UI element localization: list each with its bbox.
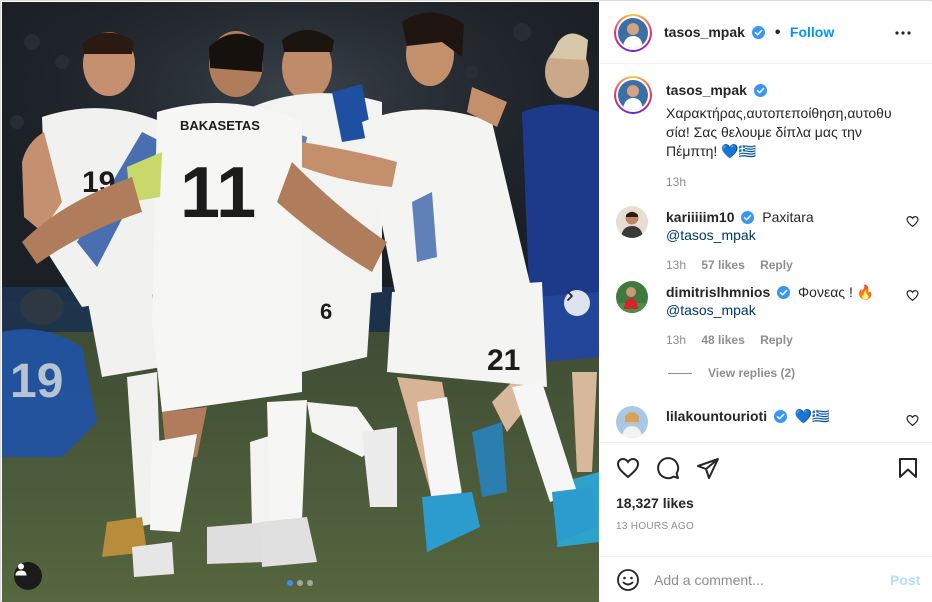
- caption-avatar-image: [618, 80, 648, 110]
- post-timestamp: 13 HOURS AGO: [616, 521, 695, 532]
- football-celebration-image: 19 19 6 21 BAKASETAS 11: [2, 2, 599, 602]
- carousel-dot: [287, 580, 293, 586]
- verified-badge-icon: [752, 26, 766, 39]
- commenter-avatar[interactable]: [616, 281, 648, 313]
- comment-mention[interactable]: @tasos_mpak: [666, 227, 756, 243]
- replies-divider: [668, 372, 692, 374]
- comment-text: Paxitara: [762, 209, 814, 225]
- reply-button[interactable]: Reply: [760, 333, 793, 347]
- heart-icon[interactable]: [906, 289, 919, 302]
- commenter-avatar[interactable]: [616, 206, 648, 238]
- caption-username[interactable]: tasos_mpak: [666, 82, 747, 98]
- next-slide-button[interactable]: [564, 290, 590, 316]
- comment-likes[interactable]: 57 likes: [701, 258, 744, 272]
- post-actions: 18,327 likes 13 HOURS AGO Post: [600, 442, 932, 602]
- svg-text:6: 6: [320, 299, 332, 324]
- post-dialog: 19 19 6 21 BAKASETAS 11 tasos_mpak • Fol…: [0, 0, 932, 602]
- post-header: tasos_mpak • Follow: [600, 2, 932, 64]
- caption-line: σία! Σας θελουμε δίπλα μας την: [666, 124, 862, 140]
- comment-username[interactable]: dimitrislhmnios: [666, 284, 770, 300]
- comment-meta: 13h 48 likes Reply: [666, 333, 896, 347]
- caption-line: Χαρακτήρας,αυτοπεποίθηση,αυτοθυ: [666, 105, 892, 121]
- comment-item: lilakountourioti 💙🇬🇷: [666, 407, 896, 425]
- post-comment-button[interactable]: Post: [890, 572, 920, 588]
- comment-meta: 13h 57 likes Reply: [666, 258, 896, 272]
- verified-badge-icon: [741, 211, 755, 224]
- carousel-dot: [307, 580, 313, 586]
- share-icon[interactable]: [696, 456, 720, 480]
- heart-icon[interactable]: [906, 215, 919, 228]
- author-line: tasos_mpak • Follow: [664, 24, 834, 42]
- comment-item: dimitrislhmnios Φονεας ! 🔥 @tasos_mpak 1…: [666, 283, 896, 347]
- svg-text:19: 19: [10, 355, 63, 408]
- comment-mention[interactable]: @tasos_mpak: [666, 301, 896, 319]
- caption-timestamp: 13h: [666, 175, 687, 189]
- verified-badge-icon: [754, 84, 768, 97]
- reply-button[interactable]: Reply: [760, 258, 793, 272]
- heart-icon[interactable]: [906, 414, 919, 427]
- commenter-avatar[interactable]: [616, 406, 648, 438]
- more-options-icon[interactable]: [894, 24, 912, 42]
- svg-text:BAKASETAS: BAKASETAS: [180, 118, 260, 133]
- separator-dot: •: [774, 24, 781, 41]
- caption-line: Πέμπτη! 💙🇬🇷: [666, 143, 757, 159]
- comment-composer: Post: [600, 556, 932, 602]
- carousel-dot: [297, 580, 303, 586]
- comment-username[interactable]: kariiiiim10: [666, 209, 735, 225]
- verified-badge-icon: [774, 410, 787, 423]
- user-tag-icon: [15, 563, 27, 576]
- bookmark-icon[interactable]: [896, 456, 920, 480]
- chevron-right-icon: [567, 291, 573, 301]
- comment-username[interactable]: lilakountourioti: [666, 408, 767, 424]
- comment-input[interactable]: [654, 567, 874, 593]
- comment-time: 13h: [666, 258, 687, 272]
- comment-item: kariiiiim10 Paxitara @tasos_mpak 13h 57 …: [666, 208, 896, 272]
- comment-time: 13h: [666, 333, 687, 347]
- likes-count[interactable]: 18,327 likes: [616, 495, 694, 511]
- author-username[interactable]: tasos_mpak: [664, 24, 745, 40]
- caption-text: Χαρακτήρας,αυτοπεποίθηση,αυτοθυ σία! Σας…: [666, 104, 916, 161]
- post-side-panel: tasos_mpak • Follow tasos_mpak Χαρακτήρα…: [600, 2, 932, 602]
- view-replies-button[interactable]: View replies (2): [668, 366, 795, 380]
- caption: tasos_mpak Χαρακτήρας,αυτοπεποίθηση,αυτο…: [666, 82, 916, 189]
- verified-badge-icon: [777, 286, 791, 299]
- comment-likes[interactable]: 48 likes: [701, 333, 744, 347]
- author-avatar-image: [618, 18, 648, 48]
- comment-text: Φονεας ! 🔥: [798, 284, 875, 300]
- tagged-users-button[interactable]: [14, 562, 42, 590]
- comment-text: 💙🇬🇷: [794, 408, 830, 424]
- post-photo[interactable]: 19 19 6 21 BAKASETAS 11: [2, 2, 599, 602]
- emoji-icon[interactable]: [616, 568, 640, 592]
- heart-icon[interactable]: [616, 456, 640, 480]
- carousel-indicators: [287, 580, 313, 586]
- comment-icon[interactable]: [656, 456, 680, 480]
- follow-button[interactable]: Follow: [790, 24, 834, 40]
- caption-author-avatar[interactable]: [614, 76, 652, 114]
- svg-text:21: 21: [487, 344, 520, 377]
- svg-text:11: 11: [180, 153, 256, 233]
- view-replies-label: View replies (2): [708, 366, 796, 380]
- author-avatar[interactable]: [614, 14, 652, 52]
